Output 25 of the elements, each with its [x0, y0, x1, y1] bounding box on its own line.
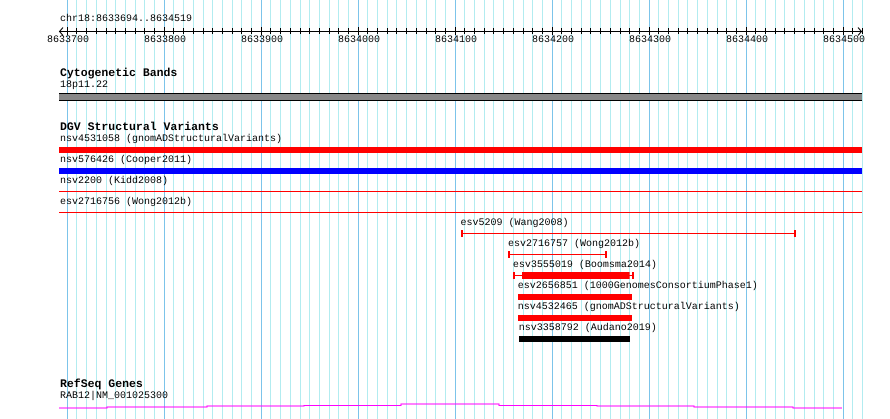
band-label: 18p11.22	[59, 80, 110, 92]
variant-label[interactable]: nsv4532465 (gnomADStructuralVariants)	[518, 302, 740, 314]
location-text: chr18:8633694..8634519	[59, 14, 194, 26]
tick-label: 8634100	[435, 35, 477, 47]
track-title: DGV Structural Variants	[59, 122, 219, 134]
tick-label: 8634400	[726, 35, 768, 47]
tick-label: 8633900	[241, 35, 283, 47]
tick-label: 8634000	[338, 35, 380, 47]
variant-label[interactable]: esv5209 (Wang2008)	[460, 218, 569, 230]
variant-label[interactable]: esv2656851 (1000GenomesConsortiumPhase1)	[518, 281, 758, 293]
track-title: Cytogenetic Bands	[59, 68, 178, 80]
tick-label: 8634300	[629, 35, 671, 47]
variant-label[interactable]: nsv576426 (Cooper2011)	[60, 155, 192, 167]
gene-label[interactable]: RAB12|NM_001025300	[59, 391, 862, 403]
variant-label[interactable]: nsv4531058 (gnomADStructuralVariants)	[60, 134, 282, 146]
tick-label: 8634500	[823, 35, 865, 47]
variant-label[interactable]: nsv3358792 (Audano2019)	[518, 323, 657, 335]
tick-label: 8633800	[144, 35, 186, 47]
track-title: RefSeq Genes	[59, 379, 143, 391]
variant-label[interactable]: nsv2200 (Kidd2008)	[60, 176, 168, 188]
variant-label[interactable]: esv2716756 (Wong2012b)	[60, 197, 192, 209]
tick-label: 8633700	[47, 35, 89, 47]
tick-label: 8634200	[532, 35, 574, 47]
variant-label[interactable]: esv3555019 (Boomsma2014)	[512, 260, 657, 272]
variant-label[interactable]: esv2716757 (Wong2012b)	[508, 239, 640, 251]
